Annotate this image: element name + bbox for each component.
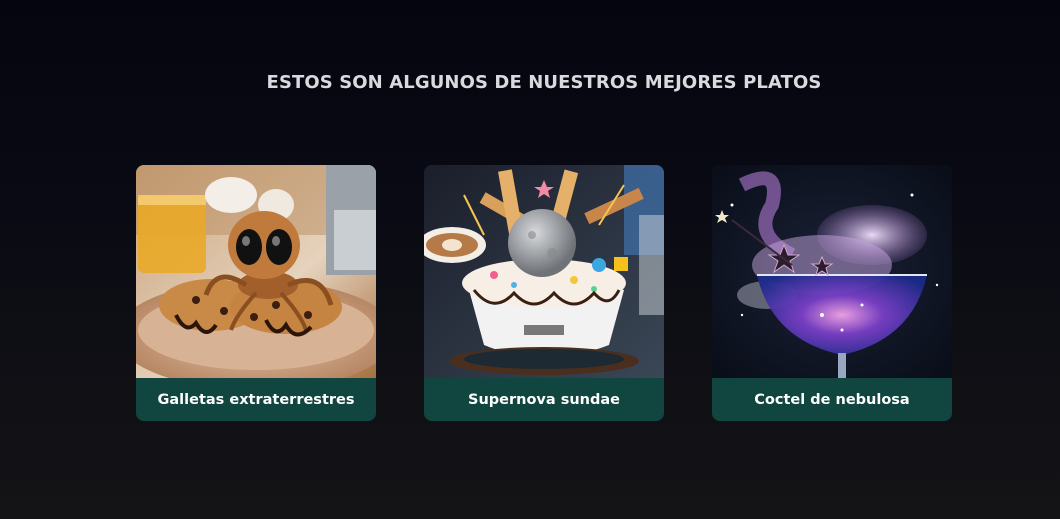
dish-card-galletas-extraterrestres[interactable]: Galletas extraterrestres: [136, 165, 376, 421]
dish-card-list: Galletas extraterrestres Supernova sunda…: [136, 165, 952, 421]
dish-name: Coctel de nebulosa: [712, 378, 952, 421]
alien-cookies-image: [136, 165, 376, 378]
nebula-cocktail-image: [712, 165, 952, 378]
dish-name: Supernova sundae: [424, 378, 664, 421]
supernova-sundae-image: [424, 165, 664, 378]
dish-card-supernova-sundae[interactable]: Supernova sundae: [424, 165, 664, 421]
section-title: ESTOS SON ALGUNOS DE NUESTROS MEJORES PL…: [266, 72, 822, 93]
dish-card-coctel-de-nebulosa[interactable]: Coctel de nebulosa: [712, 165, 952, 421]
dish-name: Galletas extraterrestres: [136, 378, 376, 421]
